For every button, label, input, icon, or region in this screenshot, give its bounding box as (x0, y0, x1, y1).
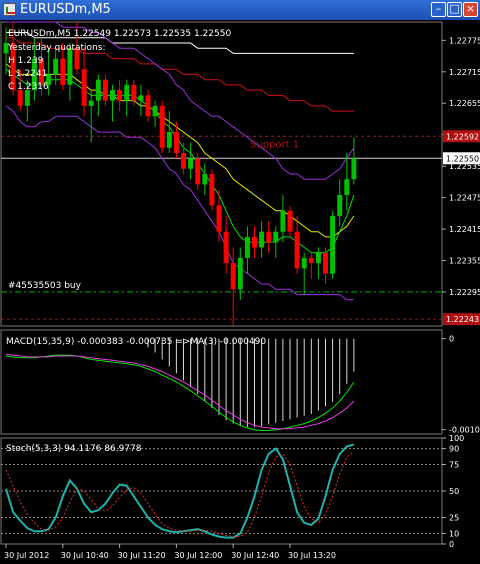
time-tick-label: 30 Jul 10:40 (61, 551, 109, 560)
candle-body (24, 90, 30, 106)
time-tick-label: 30 Jul 11:20 (118, 551, 166, 560)
candle-body (95, 79, 101, 101)
time-tick-label: 30 Jul 12:40 (231, 551, 279, 560)
candle-body (181, 153, 186, 169)
stoch-tick-label: 100 (449, 434, 464, 443)
candle-body (60, 58, 66, 85)
price-tick-label: 1.22775 (449, 36, 480, 45)
candle-body (337, 194, 343, 216)
candle-body (145, 95, 151, 117)
price-tick-label: 1.22715 (449, 68, 480, 77)
price-highlight-label: 1.22592 (446, 132, 479, 141)
candle-body (53, 58, 59, 75)
stoch-tick-label: 25 (449, 514, 459, 523)
price-tick-label: 1.22295 (449, 288, 480, 297)
stoch-tick-label: 75 (449, 461, 459, 470)
candle-body (202, 174, 208, 185)
candle-body (308, 257, 314, 264)
candle-body (81, 69, 87, 106)
time-tick-label: 30 Jul 2012 (4, 551, 49, 560)
candle-body (230, 263, 236, 290)
candle-body (216, 205, 222, 232)
stoch-tick-label: 50 (449, 487, 459, 496)
candle-body (280, 210, 286, 232)
candle-body (209, 174, 215, 206)
candle-body (294, 231, 300, 269)
notes-line-4: C 1.2316 (8, 82, 49, 92)
stoch-tick-label: 90 (449, 445, 459, 454)
window-titlebar: EURUSDm,M5 – □ × (0, 0, 480, 20)
candle-body (88, 100, 94, 106)
close-button[interactable]: × (463, 2, 478, 17)
stoch-tick-label: 10 (449, 529, 459, 538)
candle-body (195, 158, 201, 185)
candle-body (138, 95, 144, 101)
candle-body (102, 79, 108, 101)
candle-body (188, 158, 194, 169)
chart-area[interactable]: 1.227751.227151.226551.225951.225351.224… (0, 20, 480, 564)
price-tick-label: 1.22655 (449, 99, 480, 108)
price-tick-label: 1.22355 (449, 256, 480, 265)
candle-body (17, 90, 23, 106)
candle-body (287, 210, 293, 232)
price-tick-label: 1.22475 (449, 194, 480, 203)
price-highlight-label: 1.22550 (446, 154, 479, 163)
price-tick-label: 1.22415 (449, 225, 480, 234)
macd-tick-label: 0 (449, 335, 454, 344)
maximize-button[interactable]: □ (447, 2, 462, 17)
stoch-tick-label: 0 (449, 540, 454, 549)
candle-body (117, 90, 123, 101)
candle-body (259, 231, 265, 248)
candle-body (344, 179, 350, 195)
stoch-title: Stoch(5,3,3) 94.1176 86.9778 (6, 444, 142, 454)
candle-body (173, 132, 179, 154)
price-highlight-label: 1.22243 (446, 315, 479, 324)
time-tick-label: 30 Jul 12:00 (174, 551, 222, 560)
chart-window-icon (3, 3, 16, 16)
candle-body (152, 105, 158, 117)
buy-order-label: #45535503 buy (8, 281, 82, 291)
support-label: Support 1 (250, 139, 299, 150)
candle-body (330, 215, 336, 274)
candle-body (301, 257, 307, 269)
candle-body (124, 84, 130, 101)
candle-body (252, 236, 257, 248)
candle-body (166, 132, 172, 148)
candle-body (244, 236, 250, 258)
notes-line-3: L 1.2241 (8, 69, 47, 79)
candle-body (315, 252, 321, 264)
candle-body (223, 231, 229, 264)
minimize-button[interactable]: – (431, 2, 446, 17)
candle-body (273, 231, 279, 243)
price-chart-title: EURUSDm,M5 1.22549 1.22573 1.22535 1.225… (8, 29, 231, 39)
candle-body (110, 90, 115, 101)
candle-body (131, 84, 137, 101)
candle-body (67, 48, 73, 85)
candle-body (351, 158, 357, 180)
candle-body (237, 257, 243, 290)
candle-body (266, 231, 272, 243)
candle-body (159, 105, 165, 148)
notes-line-2: H 1.239 (8, 56, 44, 66)
macd-title: MACD(15,35,9) -0.000383 -0.000735 =>MA(3… (6, 337, 266, 347)
notes-line-1: Yesterday quotations: (7, 43, 105, 53)
window-title: EURUSDm,M5 (20, 2, 111, 17)
time-tick-label: 30 Jul 13:20 (288, 551, 336, 560)
candle-body (323, 252, 328, 274)
